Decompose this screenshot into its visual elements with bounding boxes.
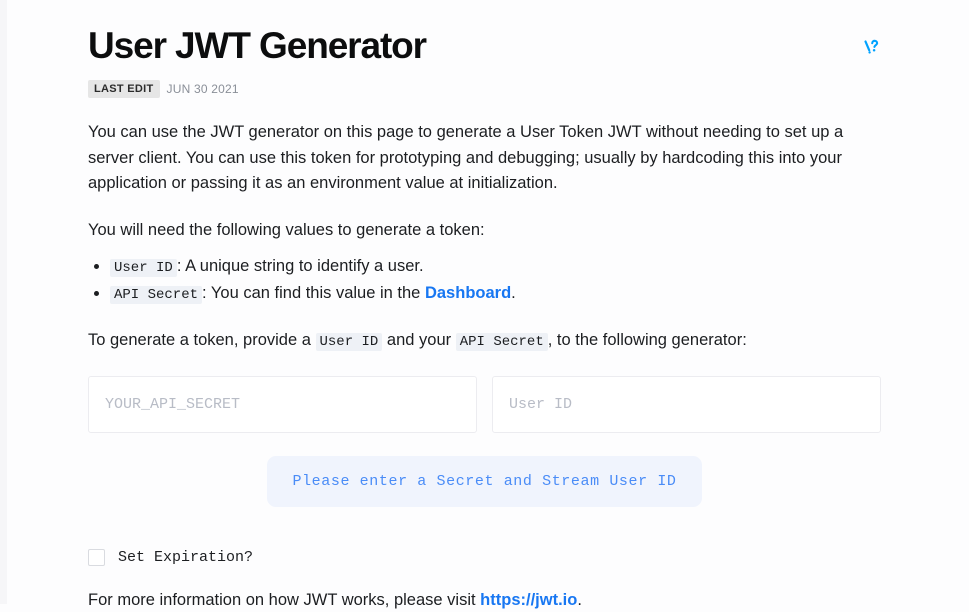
footer-note: For more information on how JWT works, p… <box>88 588 881 612</box>
generator-lead: To generate a token, provide a User ID a… <box>88 328 881 353</box>
values-lead: You will need the following values to ge… <box>88 218 881 243</box>
notice-wrap: Please enter a Secret and Stream User ID <box>88 456 881 507</box>
code-api-secret: API Secret <box>110 286 202 304</box>
last-edit-date: JUN 30 2021 <box>167 82 239 96</box>
header: User JWT Generator <box>88 0 881 68</box>
footer-note-text: For more information on how JWT works, p… <box>88 591 476 609</box>
jwt-io-link[interactable]: https://jwt.io <box>480 591 577 609</box>
list-item: API Secret: You can find this value in t… <box>110 280 881 307</box>
last-edit-row: LAST EDIT JUN 30 2021 <box>88 80 881 98</box>
page-container: User JWT Generator LAST EDIT JUN 30 2021… <box>0 0 969 604</box>
generator-lead-part3: , to the following generator: <box>548 331 747 349</box>
values-list: User ID: A unique string to identify a u… <box>88 253 881 306</box>
set-expiration-row[interactable]: Set Expiration? <box>88 549 881 566</box>
set-expiration-checkbox[interactable] <box>88 549 105 566</box>
intro-paragraph: You can use the JWT generator on this pa… <box>88 120 881 195</box>
footer-note-tail: . <box>577 591 582 609</box>
generator-lead-part2: and your <box>387 331 451 349</box>
list-item-separator: : <box>202 284 207 302</box>
generator-inputs <box>88 376 881 433</box>
set-expiration-label: Set Expiration? <box>118 549 253 566</box>
list-item-text: You can find this value in the <box>211 284 420 302</box>
list-item-separator: : <box>177 257 182 275</box>
generator-lead-part1: To generate a token, provide a <box>88 331 311 349</box>
code-user-id-inline: User ID <box>316 333 383 351</box>
code-api-secret-inline: API Secret <box>456 333 548 351</box>
list-item: User ID: A unique string to identify a u… <box>110 253 881 280</box>
help-question-icon[interactable] <box>861 36 883 58</box>
user-id-input[interactable] <box>492 376 881 433</box>
page-title: User JWT Generator <box>88 24 881 68</box>
code-user-id: User ID <box>110 259 177 277</box>
last-edit-badge: LAST EDIT <box>88 80 160 98</box>
list-item-text: A unique string to identify a user. <box>185 257 424 275</box>
dashboard-link[interactable]: Dashboard <box>425 284 511 302</box>
api-secret-input[interactable] <box>88 376 477 433</box>
validation-notice: Please enter a Secret and Stream User ID <box>267 456 701 507</box>
list-item-tail: . <box>511 284 516 302</box>
